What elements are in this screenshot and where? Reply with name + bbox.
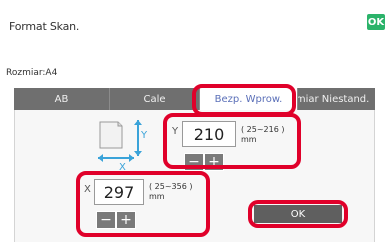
y-field-highlight xyxy=(163,113,301,169)
x-field-highlight xyxy=(76,171,210,237)
screen-title: Format Skan. xyxy=(9,20,80,33)
tab-highlight xyxy=(192,84,296,116)
tab-custom-size-label: Rozmiar Niestand. xyxy=(298,93,370,105)
size-label: Rozmiar:A4 xyxy=(6,68,58,78)
tab-inches[interactable]: Cale xyxy=(110,88,200,110)
ok-top-button[interactable]: OK xyxy=(367,14,385,30)
x-dimension-arrow-icon xyxy=(98,154,134,162)
tab-ab[interactable]: AB xyxy=(14,88,110,110)
format-scan-screen: Format Skan. OK Rozmiar:A4 AB Cale Bezp.… xyxy=(0,0,389,242)
tab-custom-size[interactable]: Rozmiar Niestand. xyxy=(298,88,375,110)
paper-size-icon xyxy=(99,121,123,149)
ok-button-highlight xyxy=(248,200,348,228)
y-axis-icon-label: Y xyxy=(141,130,148,141)
